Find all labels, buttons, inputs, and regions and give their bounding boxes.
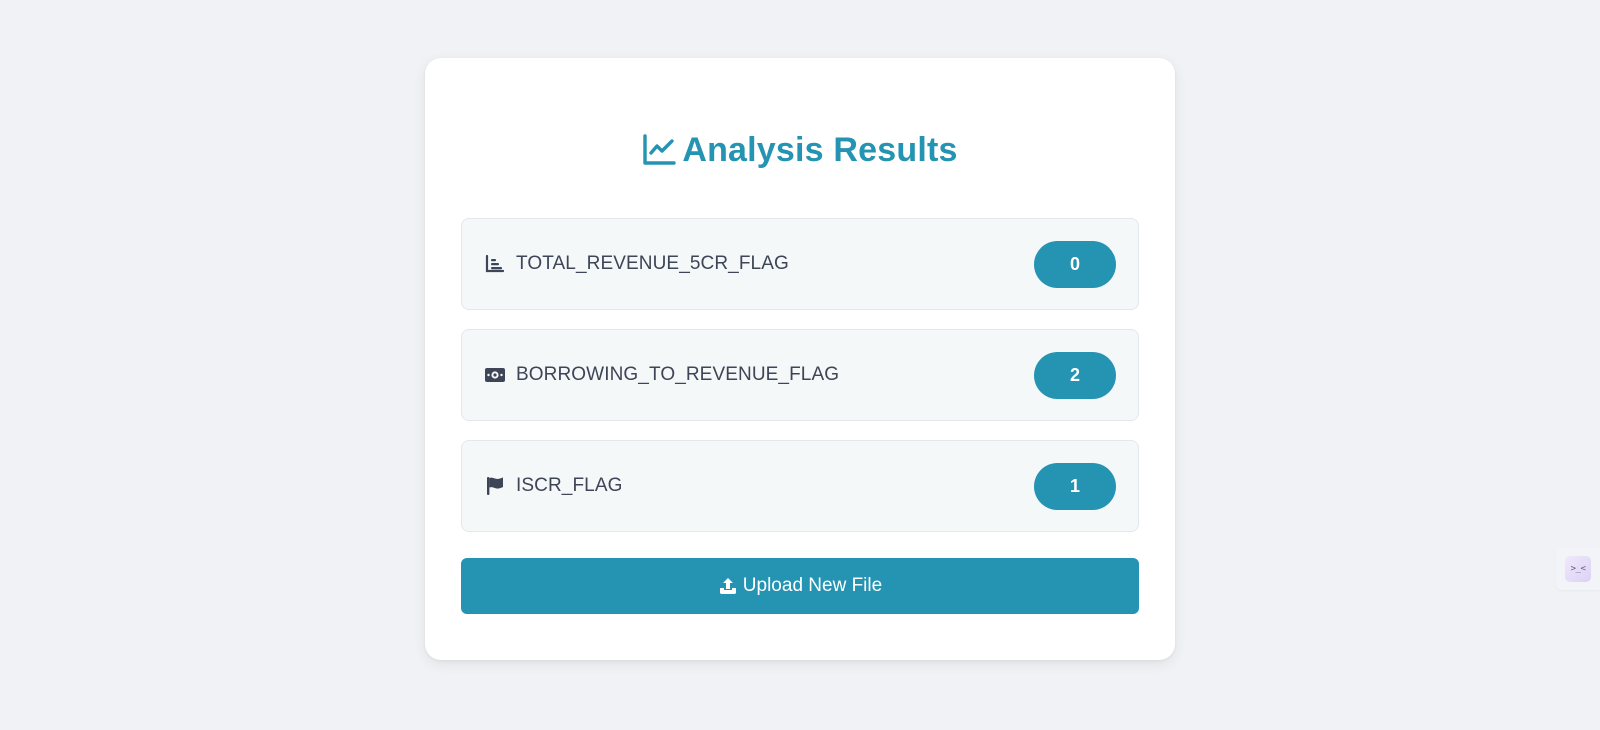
money-bill-icon (484, 364, 506, 386)
result-label: TOTAL_REVENUE_5CR_FLAG (516, 253, 789, 274)
flag-icon (484, 475, 506, 497)
results-list: TOTAL_REVENUE_5CR_FLAG 0 BORROWING_TO_RE… (461, 218, 1139, 532)
result-label: ISCR_FLAG (516, 475, 623, 496)
upload-new-file-button[interactable]: Upload New File (461, 558, 1139, 614)
result-count-badge: 2 (1034, 351, 1116, 399)
result-row-total-revenue: TOTAL_REVENUE_5CR_FLAG 0 (461, 218, 1139, 310)
result-count-badge: 1 (1034, 462, 1116, 510)
assistant-face-icon: >_< (1565, 556, 1591, 582)
result-count-badge: 0 (1034, 240, 1116, 288)
page-title: Analysis Results (461, 128, 1139, 172)
result-row-iscr: ISCR_FLAG 1 (461, 440, 1139, 532)
result-row-borrowing: BORROWING_TO_REVENUE_FLAG 2 (461, 329, 1139, 421)
line-chart-icon (642, 133, 677, 167)
assistant-widget-button[interactable]: >_< (1556, 548, 1600, 590)
page-title-text: Analysis Results (682, 130, 958, 169)
upload-button-label: Upload New File (742, 575, 883, 596)
results-card: Analysis Results TOTAL_REVENUE_5CR_FLAG … (425, 58, 1175, 660)
bar-chart-icon (484, 253, 506, 275)
upload-icon (718, 576, 738, 596)
result-label: BORROWING_TO_REVENUE_FLAG (516, 364, 840, 385)
